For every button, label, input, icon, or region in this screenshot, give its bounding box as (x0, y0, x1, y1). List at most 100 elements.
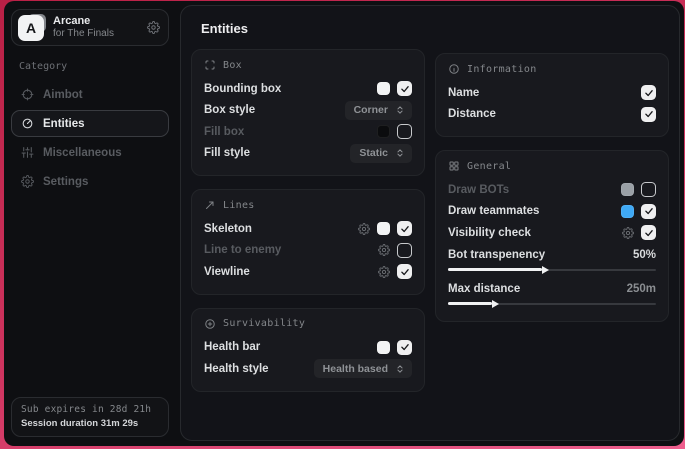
lines-card: Lines Skeleton (191, 189, 425, 295)
card-title: Information (467, 64, 537, 75)
checkbox-checked[interactable] (397, 221, 412, 236)
setting-row-name: Name (448, 82, 656, 104)
dropdown-value: Corner (354, 104, 388, 116)
gear-icon (21, 175, 34, 188)
brand-subtitle: for The Finals (53, 28, 138, 40)
category-nav: Aimbot Entities Miscellaneous Settings (11, 81, 169, 195)
main-panel: Entities Box Bounding box (180, 5, 680, 441)
sliders-icon (21, 146, 34, 159)
setting-label: Max distance (448, 283, 520, 295)
info-icon (448, 63, 460, 75)
setting-row-distance: Distance (448, 104, 656, 126)
slider-thumb[interactable] (542, 266, 549, 274)
radar-icon (21, 117, 34, 130)
card-title: Survivability (223, 318, 305, 329)
setting-row-draw-bots: Draw BOTs (448, 179, 656, 201)
checkbox-checked[interactable] (397, 81, 412, 96)
checkbox-checked[interactable] (641, 225, 656, 240)
brand-name: Arcane (53, 15, 138, 28)
setting-label: Distance (448, 108, 496, 120)
sub-expiry-text: Sub expires in 28d 21h (21, 404, 159, 415)
sidebar-item-entities[interactable]: Entities (11, 110, 169, 137)
setting-row-bot-transparency: Bot transpenency 50% (448, 246, 656, 265)
color-swatch[interactable] (377, 125, 390, 138)
box-style-dropdown[interactable]: Corner (345, 101, 412, 120)
chevrons-up-down-icon (395, 105, 405, 115)
card-title: General (467, 161, 511, 172)
gear-icon[interactable] (378, 244, 390, 256)
setting-label: Fill box (204, 126, 244, 138)
setting-row-draw-teammates: Draw teammates (448, 201, 656, 223)
setting-row-fill-style: Fill style Static (204, 143, 412, 165)
survivability-card: Survivability Health bar Health style (191, 308, 425, 392)
checkbox-checked[interactable] (397, 340, 412, 355)
slider-value: 250m (627, 283, 656, 295)
slider-thumb[interactable] (492, 300, 499, 308)
card-title: Lines (223, 200, 255, 211)
session-duration-text: Session duration 31m 29s (21, 418, 159, 429)
setting-label: Fill style (204, 147, 250, 159)
checkbox-unchecked[interactable] (641, 182, 656, 197)
slider-value: 50% (633, 249, 656, 261)
fill-style-dropdown[interactable]: Static (350, 144, 412, 163)
chevrons-up-down-icon (395, 364, 405, 374)
gear-icon[interactable] (358, 223, 370, 235)
setting-row-health-bar: Health bar (204, 337, 412, 359)
card-title: Box (223, 60, 242, 71)
setting-label: Viewline (204, 266, 250, 278)
setting-row-bounding-box: Bounding box (204, 78, 412, 100)
setting-label: Health bar (204, 341, 260, 353)
sidebar-item-aimbot[interactable]: Aimbot (11, 81, 169, 108)
setting-label: Visibility check (448, 227, 531, 239)
checkbox-checked[interactable] (641, 204, 656, 219)
checkbox-checked[interactable] (641, 107, 656, 122)
slider-fill (448, 268, 542, 271)
sidebar-item-label: Settings (43, 176, 88, 188)
setting-row-visibility-check: Visibility check (448, 222, 656, 244)
setting-label: Skeleton (204, 223, 252, 235)
gear-icon[interactable] (147, 21, 160, 34)
slider-fill (448, 302, 492, 305)
health-icon (204, 318, 216, 330)
color-swatch[interactable] (377, 341, 390, 354)
setting-label: Box style (204, 104, 255, 116)
sidebar-item-settings[interactable]: Settings (11, 168, 169, 195)
box-corners-icon (204, 59, 216, 71)
information-card: Information Name Distance (435, 53, 669, 137)
checkbox-unchecked[interactable] (397, 124, 412, 139)
setting-label: Health style (204, 363, 269, 375)
setting-label: Draw teammates (448, 205, 539, 217)
color-swatch[interactable] (377, 82, 390, 95)
dropdown-value: Health based (323, 363, 388, 375)
bot-transparency-slider[interactable] (448, 266, 656, 274)
setting-label: Name (448, 87, 479, 99)
sidebar: A Arcane for The Finals Category Aimbot (4, 1, 176, 446)
category-label: Category (19, 61, 169, 72)
color-swatch[interactable] (621, 205, 634, 218)
setting-row-max-distance: Max distance 250m (448, 280, 656, 299)
checkbox-checked[interactable] (641, 85, 656, 100)
health-style-dropdown[interactable]: Health based (314, 359, 412, 378)
gear-icon[interactable] (378, 266, 390, 278)
brand-card: A Arcane for The Finals (11, 9, 169, 46)
setting-row-skeleton: Skeleton (204, 218, 412, 240)
box-card: Box Bounding box Box style (191, 49, 425, 176)
setting-row-line-to-enemy: Line to enemy (204, 240, 412, 262)
setting-row-health-style: Health style Health based (204, 358, 412, 380)
color-swatch[interactable] (621, 183, 634, 196)
logo-letter: A (18, 15, 44, 41)
setting-label: Bot transpenency (448, 249, 545, 261)
sidebar-item-miscellaneous[interactable]: Miscellaneous (11, 139, 169, 166)
color-swatch[interactable] (377, 222, 390, 235)
checkbox-unchecked[interactable] (397, 243, 412, 258)
gear-icon[interactable] (622, 227, 634, 239)
checkbox-checked[interactable] (397, 264, 412, 279)
setting-row-fill-box: Fill box (204, 121, 412, 143)
setting-row-viewline: Viewline (204, 261, 412, 283)
max-distance-slider[interactable] (448, 300, 656, 308)
sidebar-item-label: Miscellaneous (43, 147, 122, 159)
sidebar-item-label: Entities (43, 118, 85, 130)
page-title: Entities (201, 21, 669, 36)
sidebar-item-label: Aimbot (43, 89, 83, 101)
dropdown-value: Static (359, 147, 388, 159)
